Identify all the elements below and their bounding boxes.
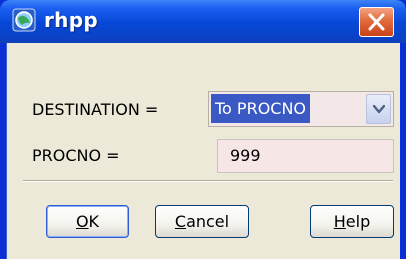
title-bar[interactable]: rhpp <box>0 0 406 43</box>
close-button[interactable] <box>359 7 394 37</box>
cancel-button[interactable]: Cancel <box>155 205 249 238</box>
ok-button[interactable]: OK <box>46 205 129 238</box>
cancel-label-rest: ancel <box>186 212 230 231</box>
window-title: rhpp <box>44 8 98 32</box>
help-mnemonic: H <box>333 212 346 231</box>
separator <box>23 180 393 182</box>
procno-label: PROCNO = <box>32 146 120 165</box>
destination-selected-value: To PROCNO <box>211 94 311 123</box>
ok-label-rest: K <box>88 212 100 231</box>
dialog-body: DESTINATION = To PROCNO PROCNO = 999 OK … <box>6 43 400 259</box>
close-x-icon <box>368 13 385 31</box>
dialog-window: rhpp DESTINATION = To PROCNO PROCNO = 99… <box>0 0 406 259</box>
help-button[interactable]: Help <box>310 205 394 238</box>
globe-app-icon <box>12 8 36 32</box>
chevron-down-icon <box>373 105 385 114</box>
dropdown-arrow-button[interactable] <box>366 94 391 124</box>
destination-select[interactable]: To PROCNO <box>208 91 394 127</box>
help-label-rest: elp <box>345 212 371 231</box>
destination-label: DESTINATION = <box>32 100 159 119</box>
procno-input[interactable]: 999 <box>217 139 394 173</box>
cancel-mnemonic: C <box>174 212 187 231</box>
ok-mnemonic: O <box>75 212 89 231</box>
